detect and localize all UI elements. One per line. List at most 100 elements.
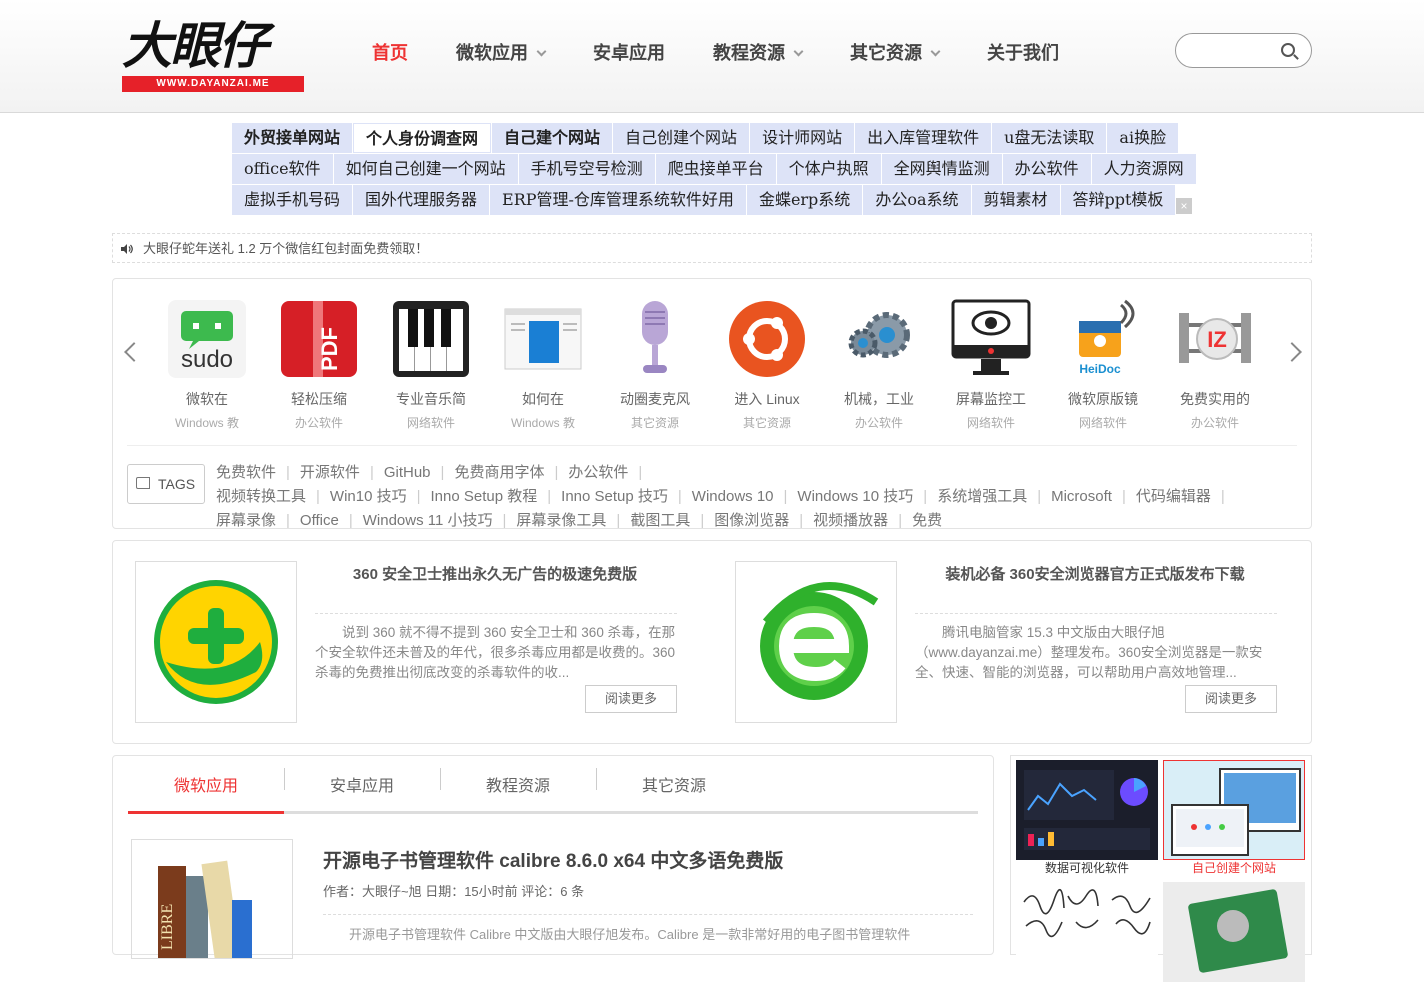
app-title: 机械，工业: [844, 391, 914, 407]
tag-link[interactable]: 图像浏览器: [714, 512, 789, 529]
tag-link[interactable]: Inno Setup 技巧: [561, 488, 668, 505]
post-thumbnail[interactable]: LIBRE: [131, 839, 293, 959]
ad-link[interactable]: 出入库管理软件: [855, 123, 992, 153]
tag-link[interactable]: Windows 11 小技巧: [363, 512, 493, 529]
ad-link[interactable]: 虚拟手机号码: [232, 185, 353, 215]
close-icon[interactable]: ×: [1176, 198, 1192, 214]
ad-link[interactable]: ai换脸: [1107, 123, 1179, 153]
shield-360-icon: [154, 580, 278, 704]
read-more-button[interactable]: 阅读更多: [1185, 685, 1277, 713]
tag-link[interactable]: 屏幕录像工具: [516, 512, 606, 529]
tag-link[interactable]: 系统增强工具: [937, 488, 1027, 505]
ad-link[interactable]: 办公软件: [1002, 154, 1091, 184]
app-title: 动圈麦克风: [620, 391, 690, 407]
tag-link[interactable]: Office: [300, 512, 339, 529]
app-card[interactable]: 屏幕监控工 网络软件: [935, 299, 1047, 431]
tag-link[interactable]: GitHub: [384, 464, 431, 481]
side-image-card[interactable]: [1163, 882, 1305, 998]
tag-cloud: 免费软件 | 开源软件 | GitHub | 免费商用字体 | 办公软件 |视频转换工具 | Win1…: [216, 464, 1225, 529]
tab-other-resources[interactable]: 其它资源: [596, 768, 752, 811]
nav-about-us[interactable]: 关于我们: [987, 36, 1059, 70]
ad-link[interactable]: 办公oa系统: [863, 185, 971, 215]
nav-other-resources[interactable]: 其它资源: [850, 36, 941, 70]
ad-link[interactable]: 爬虫接单平台: [655, 154, 776, 184]
ad-link[interactable]: 自己建个网站: [492, 123, 613, 153]
ad-row: office软件 如何自己创建一个网站 手机号空号检测 爬虫接单平台 个体户执照…: [232, 154, 1196, 184]
read-more-button[interactable]: 阅读更多: [585, 685, 677, 713]
nav-microsoft-apps[interactable]: 微软应用: [456, 36, 547, 70]
app-category: 办公软件: [294, 416, 343, 430]
app-card[interactable]: IZ 免费实用的 办公软件: [1159, 299, 1271, 431]
ad-link[interactable]: 自己创建个网站: [613, 123, 750, 153]
post-title[interactable]: 360 安全卫士推出永久无广告的极速免费版: [315, 563, 675, 584]
tab-microsoft-apps[interactable]: 微软应用: [128, 768, 284, 814]
piano-icon: [391, 299, 471, 379]
app-card[interactable]: PDF 轻松压缩 办公软件: [263, 299, 375, 431]
post-title[interactable]: 装机必备 360安全浏览器官方正式版发布下载: [915, 563, 1275, 584]
tag-link[interactable]: Inno Setup 教程: [431, 488, 538, 505]
notice-text[interactable]: 大眼仔蛇年送礼 1.2 万个微信红包封面免费领取！: [143, 241, 428, 256]
tag-link[interactable]: 屏幕录像: [216, 512, 276, 529]
app-card[interactable]: 动圈麦克风 其它资源: [599, 299, 711, 431]
app-card[interactable]: 专业音乐简 网络软件: [375, 299, 487, 431]
tag-link[interactable]: 免费软件: [216, 464, 276, 481]
side-image-card[interactable]: 数据可视化软件: [1016, 760, 1158, 876]
category-tabs: 微软应用 安卓应用 教程资源 其它资源: [128, 768, 978, 814]
logo-text: 大眼仔: [122, 17, 268, 75]
side-image-card[interactable]: [1016, 882, 1158, 998]
tags-label: TAGS: [127, 464, 205, 504]
search-input[interactable]: [1188, 40, 1278, 62]
tag-link[interactable]: 办公软件: [568, 464, 628, 481]
ad-link[interactable]: ERP管理-仓库管理系统软件好用: [490, 185, 746, 215]
ad-link[interactable]: 如何自己创建一个网站: [333, 154, 518, 184]
post-thumbnail[interactable]: [735, 561, 897, 723]
post-thumbnail[interactable]: [135, 561, 297, 723]
ad-link[interactable]: 个体户执照: [776, 154, 881, 184]
ad-link[interactable]: 答辩ppt模板: [1060, 185, 1176, 215]
nav-android-apps[interactable]: 安卓应用: [593, 36, 665, 70]
ad-link[interactable]: 人力资源网: [1091, 154, 1196, 184]
ad-link[interactable]: 个人身份调查网: [353, 123, 492, 153]
ad-link[interactable]: 设计师网站: [750, 123, 855, 153]
ad-link[interactable]: 国外代理服务器: [353, 185, 490, 215]
tag-link[interactable]: Win10 技巧: [330, 488, 407, 505]
post-title[interactable]: 开源电子书管理软件 calibre 8.6.0 x64 中文多语免费版: [323, 846, 783, 873]
post-excerpt: 腾讯电脑管家 15.3 中文版由大眼仔旭（www.dayanzai.me）整理发…: [915, 625, 1263, 680]
tab-tutorials[interactable]: 教程资源: [440, 768, 596, 811]
tag-link[interactable]: Microsoft: [1051, 488, 1112, 505]
tag-link[interactable]: 免费商用字体: [454, 464, 544, 481]
app-card[interactable]: 如何在 Windows 教: [487, 299, 599, 431]
tag-link[interactable]: 开源软件: [300, 464, 360, 481]
nav-tutorials[interactable]: 教程资源: [713, 36, 804, 70]
tag-link[interactable]: 代码编辑器: [1136, 488, 1211, 505]
ad-link[interactable]: u盘无法读取: [992, 123, 1107, 153]
nav-home[interactable]: 首页: [372, 36, 408, 70]
ad-link[interactable]: 外贸接单网站: [232, 123, 353, 153]
tag-link[interactable]: Windows 10 技巧: [797, 488, 913, 505]
site-logo[interactable]: 大眼仔 WWW.DAYANZAI.ME: [122, 18, 306, 94]
chevron-right-icon[interactable]: [1282, 342, 1302, 362]
tag-link[interactable]: 截图工具: [630, 512, 690, 529]
app-title: 轻松压缩: [291, 391, 347, 407]
app-card[interactable]: HeiDoc 微软原版镜 网络软件: [1047, 299, 1159, 431]
app-card[interactable]: 进入 Linux 其它资源: [711, 299, 823, 431]
ad-link[interactable]: 手机号空号检测: [518, 154, 655, 184]
search-icon[interactable]: [1281, 43, 1295, 57]
ad-link[interactable]: 剪辑素材: [971, 185, 1060, 215]
divider: [323, 914, 973, 915]
tab-android-apps[interactable]: 安卓应用: [284, 768, 440, 811]
tag-link[interactable]: 免费: [912, 512, 942, 529]
ad-link[interactable]: office软件: [232, 154, 333, 184]
tag-link[interactable]: Windows 10: [692, 488, 774, 505]
chevron-down-icon: [930, 46, 941, 57]
side-image-card[interactable]: 自己创建个网站: [1163, 760, 1305, 876]
tag-link[interactable]: 视频转换工具: [216, 488, 306, 505]
svg-text:sudo: sudo: [181, 346, 233, 373]
chevron-left-icon[interactable]: [124, 342, 144, 362]
tag-link[interactable]: 视频播放器: [813, 512, 888, 529]
app-card[interactable]: 机械，工业 办公软件: [823, 299, 935, 431]
side-image-caption: 自己创建个网站: [1191, 861, 1276, 875]
app-card[interactable]: sudo 微软在 Windows 教: [151, 299, 263, 431]
ad-link[interactable]: 全网舆情监测: [881, 154, 1002, 184]
ad-link[interactable]: 金蝶erp系统: [746, 185, 863, 215]
